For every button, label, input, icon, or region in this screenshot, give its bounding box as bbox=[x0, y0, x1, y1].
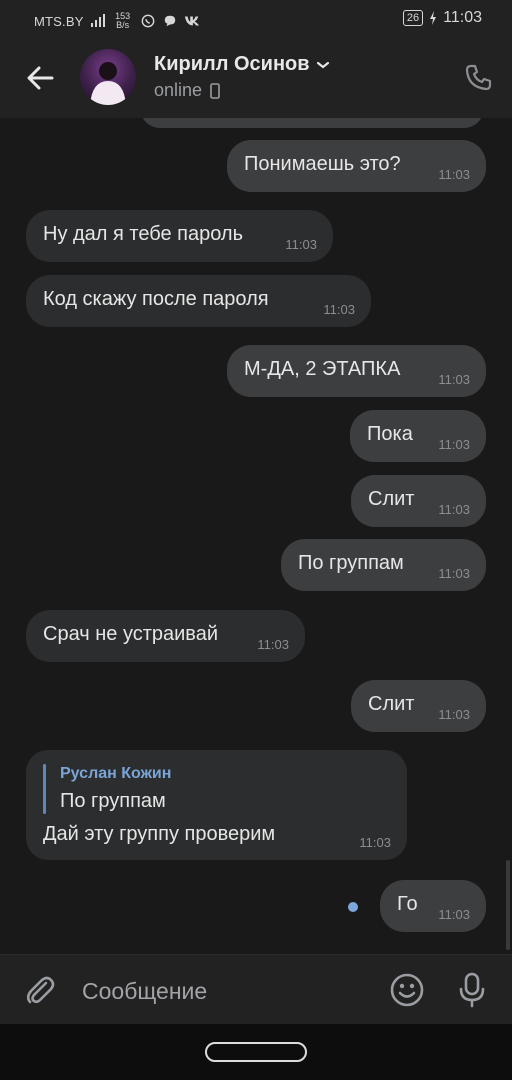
reply-author[interactable]: Руслан Кожин bbox=[60, 765, 171, 783]
message-input[interactable] bbox=[82, 975, 372, 1007]
message-text: По группам bbox=[298, 552, 404, 574]
charging-icon bbox=[430, 11, 437, 25]
message-bubble[interactable]: М-ДА, 2 ЭТАПКА 11:03 bbox=[227, 345, 486, 397]
message-text: Слит bbox=[368, 693, 415, 715]
message-text: Го bbox=[397, 893, 418, 915]
chat-bubble-icon bbox=[164, 15, 175, 27]
message-time: 11:03 bbox=[438, 502, 470, 517]
message-composer bbox=[0, 954, 512, 1024]
message-time: 11:03 bbox=[323, 302, 355, 317]
message-text: Дай эту группу проверим bbox=[43, 823, 276, 845]
contact-name-text: Кирилл Осинов bbox=[154, 53, 310, 75]
viber-icon bbox=[141, 14, 154, 28]
message-text: Срач не устраивай bbox=[43, 623, 218, 645]
network-speed-unit: B/s bbox=[116, 20, 130, 30]
message-bubble[interactable]: Го 11:03 bbox=[380, 880, 486, 932]
message-bubble[interactable]: По группам 11:03 bbox=[281, 539, 486, 591]
message-time: 11:03 bbox=[285, 237, 317, 252]
message-time: 11:03 bbox=[257, 637, 289, 652]
message-bubble[interactable]: Код скажу после пароля 11:03 bbox=[26, 275, 371, 327]
system-nav-bar bbox=[0, 1024, 512, 1080]
contact-status: online bbox=[154, 80, 220, 101]
message-time: 11:03 bbox=[438, 437, 470, 452]
unread-indicator bbox=[348, 902, 358, 912]
phone-call-icon[interactable] bbox=[462, 62, 494, 94]
avatar-photo-icon bbox=[90, 62, 126, 105]
status-bar: MTS.BY 153 B/s 26 11:03 bbox=[0, 0, 512, 38]
message-text: Слит bbox=[368, 488, 415, 510]
message-text: Пока bbox=[367, 423, 413, 445]
message-bubble-partial bbox=[140, 118, 484, 128]
message-bubble[interactable]: Слит 11:03 bbox=[351, 475, 486, 527]
reply-quoted-text: По группам bbox=[60, 790, 166, 812]
online-status-text: online bbox=[154, 80, 203, 100]
emoji-icon[interactable] bbox=[388, 971, 426, 1009]
scrollbar[interactable] bbox=[506, 860, 510, 950]
reply-quote-bar bbox=[43, 764, 46, 814]
message-bubble[interactable]: Понимаешь это? 11:03 bbox=[227, 140, 486, 192]
message-text: М-ДА, 2 ЭТАПКА bbox=[244, 358, 401, 380]
chevron-down-icon bbox=[316, 61, 329, 68]
paperclip-icon[interactable] bbox=[22, 973, 58, 1009]
contact-name[interactable]: Кирилл Осинов bbox=[154, 53, 330, 76]
battery-indicator: 26 bbox=[402, 10, 424, 26]
message-bubble[interactable]: Слит 11:03 bbox=[351, 680, 486, 732]
vk-icon bbox=[184, 16, 199, 26]
message-time: 11:03 bbox=[438, 167, 470, 182]
message-time: 11:03 bbox=[359, 835, 391, 850]
message-text: Ну дал я тебе пароль bbox=[43, 223, 243, 245]
network-speed: 153 B/s bbox=[112, 12, 134, 30]
microphone-icon[interactable] bbox=[454, 971, 490, 1009]
message-bubble[interactable]: Пока 11:03 bbox=[350, 410, 486, 462]
back-arrow-icon[interactable] bbox=[22, 60, 58, 96]
message-time: 11:03 bbox=[438, 707, 470, 722]
message-bubble[interactable]: Срач не устраивай 11:03 bbox=[26, 610, 305, 662]
message-time: 11:03 bbox=[438, 907, 470, 922]
message-time: 11:03 bbox=[438, 566, 470, 581]
mobile-device-icon bbox=[210, 82, 220, 99]
home-gesture-bar[interactable] bbox=[205, 1042, 307, 1062]
chat-header: Кирилл Осинов online bbox=[0, 38, 512, 118]
clock: 11:03 bbox=[443, 9, 482, 26]
carrier-name: MTS.BY bbox=[34, 13, 84, 29]
message-text: Понимаешь это? bbox=[244, 153, 401, 175]
message-bubble-reply[interactable]: Руслан Кожин По группам Дай эту группу п… bbox=[26, 750, 407, 860]
signal-icon bbox=[90, 14, 105, 27]
message-bubble[interactable]: Ну дал я тебе пароль 11:03 bbox=[26, 210, 333, 262]
message-time: 11:03 bbox=[438, 372, 470, 387]
message-text: Код скажу после пароля bbox=[43, 288, 269, 310]
avatar[interactable] bbox=[80, 49, 136, 105]
message-list[interactable]: Понимаешь это? 11:03 Ну дал я тебе парол… bbox=[0, 118, 512, 954]
